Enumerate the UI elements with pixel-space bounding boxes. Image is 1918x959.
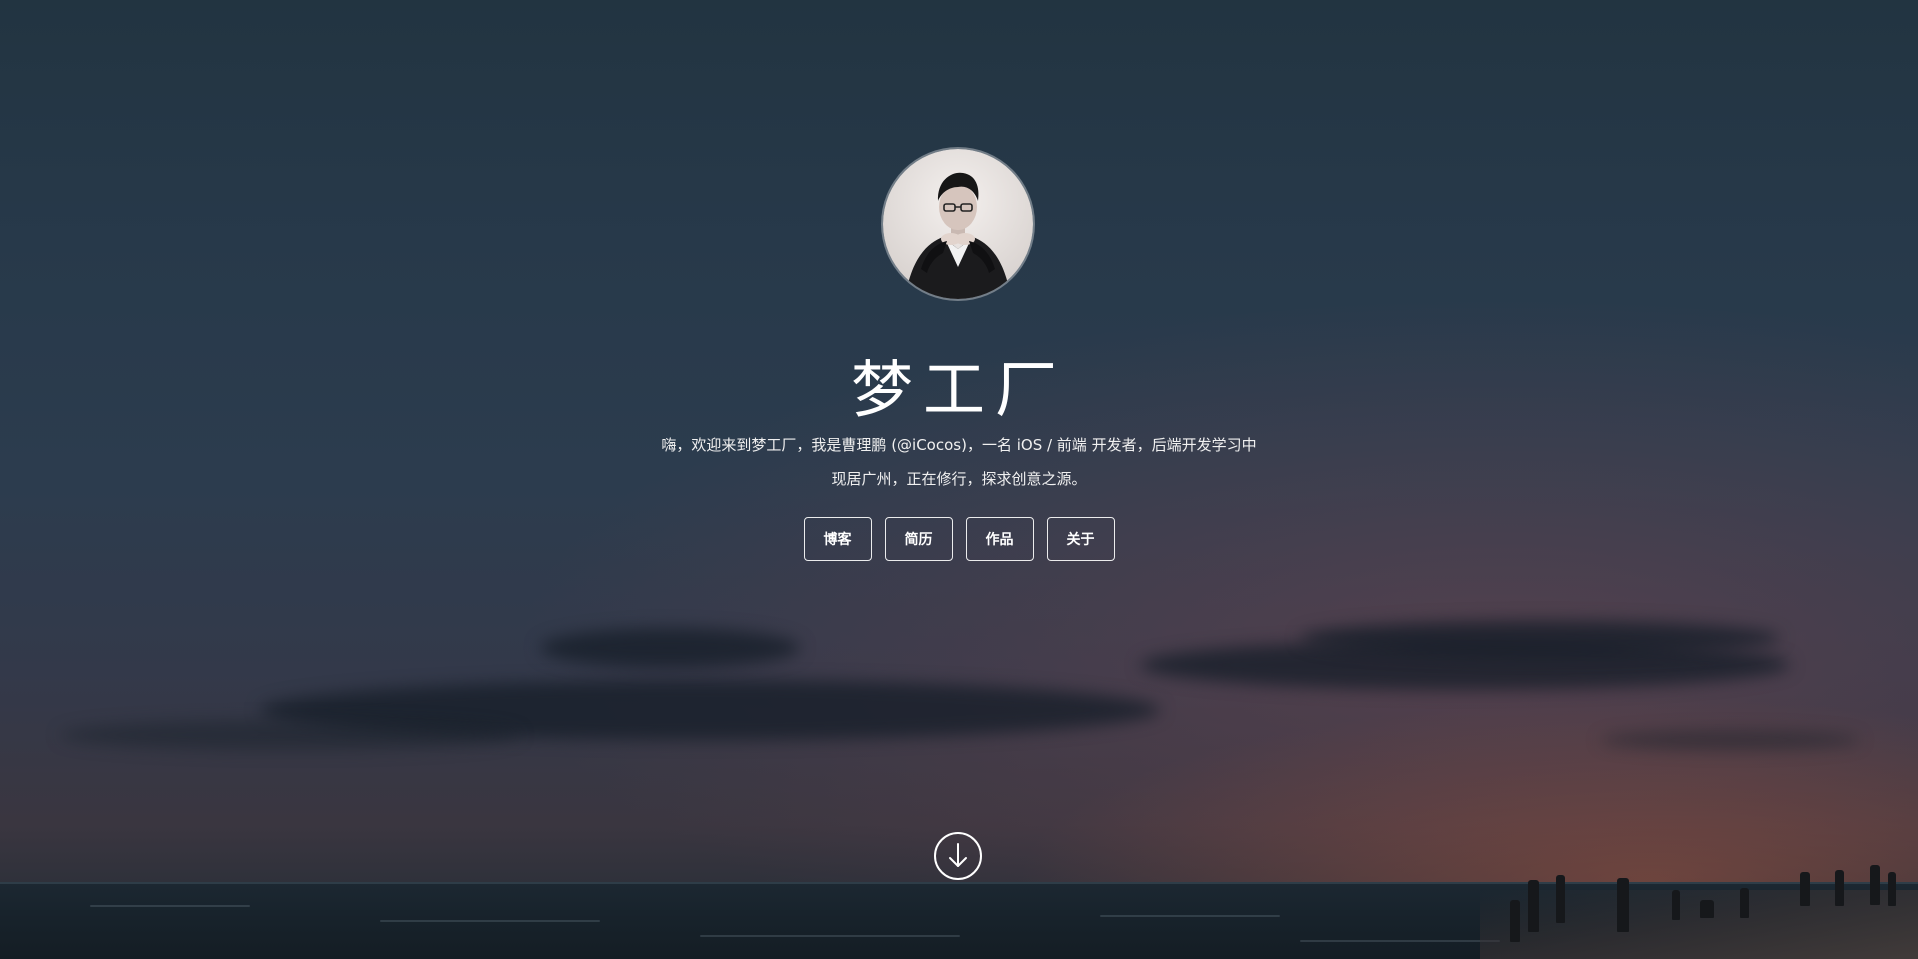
- beach-person: [1888, 872, 1896, 906]
- nav-button-blog[interactable]: 博客: [803, 517, 872, 561]
- beach-person: [1870, 865, 1880, 905]
- beach-person: [1617, 878, 1629, 932]
- beach-person: [1740, 888, 1749, 918]
- beach-person: [1835, 870, 1844, 906]
- avatar-photo-icon: [883, 149, 1033, 299]
- site-title: 梦工厂: [850, 353, 1067, 426]
- wave: [1300, 940, 1500, 942]
- beach-person: [1510, 900, 1520, 942]
- intro-text-line: 现居广州，正在修行，探求创意之源。: [831, 470, 1087, 488]
- beach-person: [1672, 890, 1680, 920]
- intro-text-line: 嗨，欢迎来到梦工厂，我是曹理鹏 (@iCocos)，一名 iOS / 前端 开发…: [661, 436, 1257, 454]
- beach-person: [1700, 900, 1714, 918]
- beach-person: [1556, 875, 1565, 923]
- wave: [1100, 915, 1280, 917]
- beach-person: [1528, 880, 1539, 932]
- cloud-band: [1300, 620, 1780, 656]
- cloud-band: [60, 720, 520, 750]
- beach-shore: [1480, 890, 1918, 959]
- nav-button-works[interactable]: 作品: [965, 517, 1034, 561]
- beach-person: [1800, 872, 1810, 906]
- avatar[interactable]: [883, 149, 1033, 299]
- cloud-band: [1600, 730, 1860, 750]
- hero-section: 梦工厂 嗨，欢迎来到梦工厂，我是曹理鹏 (@iCocos)，一名 iOS / 前…: [0, 0, 1918, 959]
- wave: [380, 920, 600, 922]
- nav-button-resume[interactable]: 简历: [884, 517, 953, 561]
- cloud-band: [540, 628, 800, 668]
- nav-button-about[interactable]: 关于: [1046, 517, 1115, 561]
- wave: [700, 935, 960, 937]
- main-nav: 博客 简历 作品 关于: [0, 517, 1918, 561]
- wave: [90, 905, 250, 907]
- scroll-down-button[interactable]: [933, 831, 983, 881]
- arrow-down-circle-icon: [934, 832, 982, 880]
- horizon-line: [0, 882, 1918, 884]
